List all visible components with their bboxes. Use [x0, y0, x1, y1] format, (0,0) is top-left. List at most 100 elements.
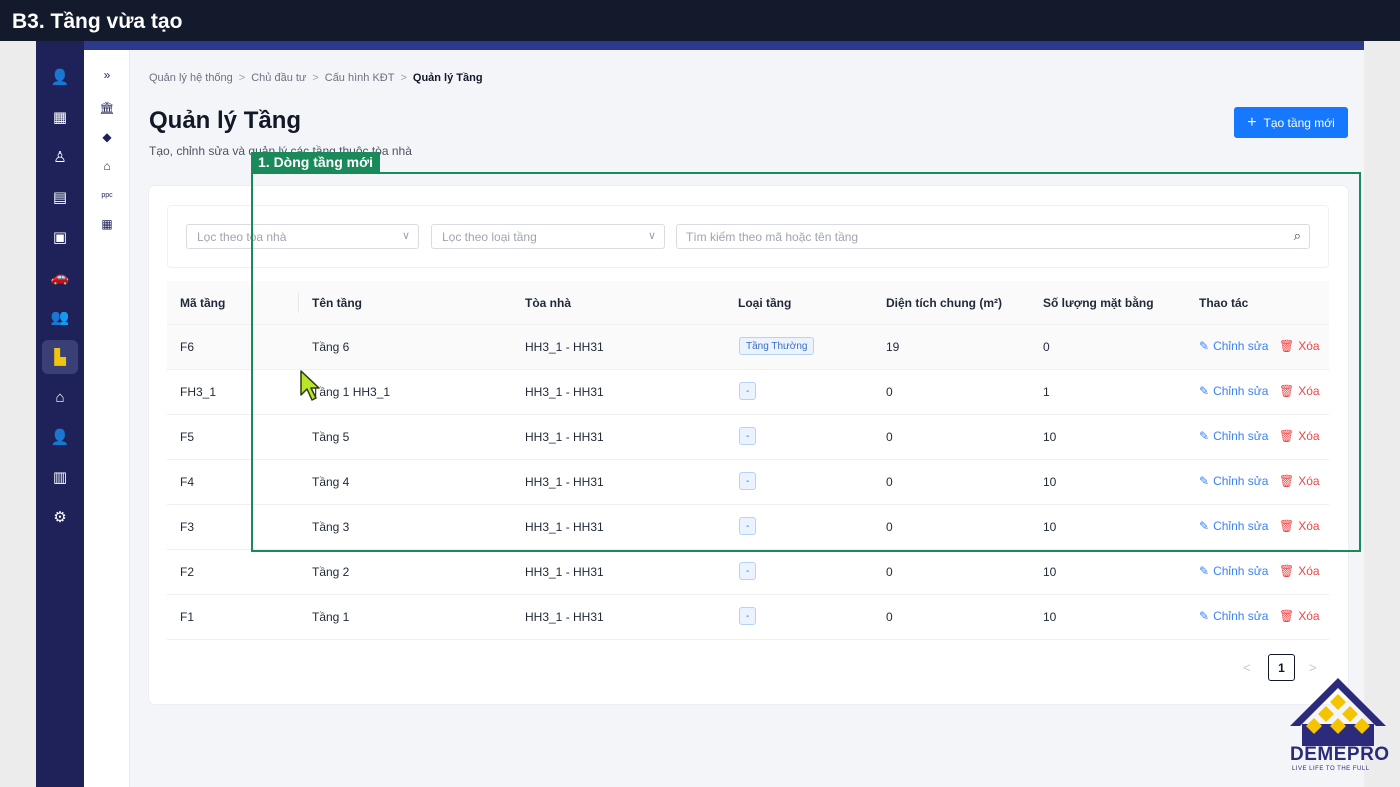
- table-row[interactable]: FH3_1 Tầng 1 HH3_1 HH3_1 - HH31 - 0 1 ✎ C…: [167, 370, 1329, 415]
- create-floor-button[interactable]: + Tạo tầng mới: [1234, 107, 1348, 138]
- rail-chart-icon[interactable]: ▥: [42, 460, 78, 494]
- delete-button[interactable]: 🗑 Xóa: [1279, 609, 1320, 623]
- cell-code: FH3_1: [180, 385, 217, 399]
- building-filter-select[interactable]: Lọc theo tòa nhà ∨: [186, 224, 419, 249]
- cell-name: Tầng 3: [312, 520, 350, 534]
- subnav-building-small-icon[interactable]: ▦: [94, 213, 120, 235]
- breadcrumb-current: Quản lý Tầng: [412, 72, 483, 84]
- delete-button[interactable]: 🗑 Xóa: [1279, 429, 1320, 443]
- edit-label: Chỉnh sửa: [1213, 609, 1269, 623]
- cell-name: Tầng 2: [312, 565, 350, 579]
- type-filter-select[interactable]: Lọc theo loại tầng ∨: [431, 224, 665, 249]
- rail-calculator-icon[interactable]: ▤: [42, 180, 78, 214]
- floor-type-badge: -: [739, 382, 757, 400]
- plus-icon: +: [1247, 113, 1257, 131]
- cell-area: 0: [886, 430, 893, 444]
- rail-briefcase-icon[interactable]: ▣: [42, 220, 78, 254]
- cell-count: 10: [1043, 565, 1057, 579]
- edit-button[interactable]: ✎ Chỉnh sửa: [1199, 339, 1268, 353]
- cell-building: HH3_1 - HH31: [525, 520, 604, 534]
- edit-button[interactable]: ✎ Chỉnh sửa: [1199, 474, 1268, 488]
- cell-area: 0: [886, 520, 893, 534]
- primary-sidebar: 👤 ▦ ♙ ▤ ▣ 🚗 👥 ▙ ⌂ 👤 ▥ ⚙: [36, 41, 84, 787]
- cell-count: 10: [1043, 475, 1057, 489]
- subnav-tag-icon[interactable]: ◆: [94, 126, 120, 148]
- subnav-shop-icon[interactable]: ⌂: [94, 155, 120, 177]
- table-row[interactable]: F3 Tầng 3 HH3_1 - HH31 - 0 10 ✎ Chỉnh sửa…: [167, 505, 1329, 550]
- delete-button[interactable]: 🗑 Xóa: [1279, 474, 1320, 488]
- edit-label: Chỉnh sửa: [1213, 564, 1269, 578]
- delete-button[interactable]: 🗑 Xóa: [1279, 564, 1320, 578]
- cell-building: HH3_1 - HH31: [525, 610, 604, 624]
- search-input[interactable]: Tìm kiếm theo mã hoặc tên tầng ⌕: [676, 224, 1310, 249]
- subnav-bank-icon[interactable]: 🏛: [94, 97, 120, 119]
- cell-code: F2: [180, 565, 195, 579]
- breadcrumb-item-investor[interactable]: Chủ đầu tư: [251, 72, 306, 84]
- breadcrumb-item-config[interactable]: Cấu hình KĐT: [325, 72, 395, 84]
- floor-type-badge: -: [739, 472, 757, 490]
- pencil-icon: ✎: [1199, 474, 1210, 488]
- column-header-code: Mã tầng: [180, 296, 226, 310]
- breadcrumb-separator: >: [238, 72, 246, 84]
- edit-label: Chỉnh sửa: [1213, 519, 1269, 533]
- rail-user-icon[interactable]: 👤: [42, 60, 78, 94]
- cell-name: Tầng 1 HH3_1: [312, 385, 391, 399]
- tutorial-banner: B3. Tầng vừa tạo: [0, 0, 1400, 41]
- search-placeholder: Tìm kiếm theo mã hoặc tên tầng: [686, 229, 859, 244]
- cell-area: 0: [886, 610, 893, 624]
- rail-store-icon[interactable]: ⌂: [42, 380, 78, 414]
- cell-building: HH3_1 - HH31: [525, 565, 604, 579]
- cell-name: Tầng 4: [312, 475, 350, 489]
- annotation-label: 1. Dòng tầng mới: [251, 152, 380, 172]
- table-row[interactable]: F4 Tầng 4 HH3_1 - HH31 - 0 10 ✎ Chỉnh sửa…: [167, 460, 1329, 505]
- edit-button[interactable]: ✎ Chỉnh sửa: [1199, 609, 1268, 623]
- trash-icon: 🗑: [1279, 564, 1295, 578]
- rail-car-icon[interactable]: 🚗: [42, 260, 78, 294]
- rail-floor-plan-icon[interactable]: ▙: [42, 340, 78, 374]
- trash-icon: 🗑: [1279, 339, 1295, 353]
- cell-building: HH3_1 - HH31: [525, 475, 604, 489]
- table-row[interactable]: F1 Tầng 1 HH3_1 - HH31 - 0 10 ✎ Chỉnh sửa…: [167, 595, 1329, 640]
- rail-user-tie-icon[interactable]: 👤: [42, 420, 78, 454]
- pencil-icon: ✎: [1199, 384, 1210, 398]
- expand-sidebar-icon[interactable]: »: [94, 64, 120, 86]
- trash-icon: 🗑: [1279, 429, 1295, 443]
- cell-area: 19: [886, 340, 900, 354]
- cell-area: 0: [886, 565, 893, 579]
- subnav-ppc-icon[interactable]: ppc: [94, 184, 120, 206]
- pencil-icon: ✎: [1199, 609, 1210, 623]
- edit-button[interactable]: ✎ Chỉnh sửa: [1199, 564, 1268, 578]
- delete-label: Xóa: [1298, 519, 1320, 533]
- rail-building-icon[interactable]: ▦: [42, 100, 78, 134]
- breadcrumb-separator: >: [312, 72, 319, 84]
- rail-person-tree-icon[interactable]: ♙: [42, 140, 78, 174]
- table-row[interactable]: F2 Tầng 2 HH3_1 - HH31 - 0 10 ✎ Chỉnh sửa…: [167, 550, 1329, 595]
- delete-button[interactable]: 🗑 Xóa: [1279, 384, 1320, 398]
- pencil-icon: ✎: [1199, 519, 1210, 533]
- delete-button[interactable]: 🗑 Xóa: [1279, 519, 1320, 533]
- delete-label: Xóa: [1298, 609, 1320, 623]
- breadcrumb-item-system[interactable]: Quản lý hệ thống: [149, 72, 233, 84]
- column-header-name: Tên tầng: [312, 296, 362, 310]
- floor-type-badge: -: [739, 517, 757, 535]
- pagination-next-icon[interactable]: >: [1309, 660, 1317, 675]
- edit-button[interactable]: ✎ Chỉnh sửa: [1199, 519, 1268, 533]
- delete-button[interactable]: 🗑 Xóa: [1279, 339, 1320, 353]
- delete-label: Xóa: [1298, 474, 1320, 488]
- delete-label: Xóa: [1298, 384, 1320, 398]
- edit-button[interactable]: ✎ Chỉnh sửa: [1199, 384, 1268, 398]
- floor-type-badge: -: [739, 427, 757, 445]
- table-row[interactable]: F6 Tầng 6 HH3_1 - HH31 Tầng Thường 19 0 …: [167, 325, 1329, 370]
- search-icon[interactable]: ⌕: [1294, 228, 1301, 244]
- pencil-icon: ✎: [1199, 564, 1210, 578]
- cell-count: 10: [1043, 430, 1057, 444]
- edit-button[interactable]: ✎ Chỉnh sửa: [1199, 429, 1268, 443]
- chevron-down-icon: ∨: [647, 230, 656, 242]
- table-row[interactable]: F5 Tầng 5 HH3_1 - HH31 - 0 10 ✎ Chỉnh sửa…: [167, 415, 1329, 460]
- pagination-prev-icon[interactable]: <: [1243, 660, 1251, 675]
- cell-building: HH3_1 - HH31: [525, 385, 604, 399]
- rail-users-icon[interactable]: 👥: [42, 300, 78, 334]
- secondary-sidebar: » 🏛 ◆ ⌂ ppc ▦: [84, 50, 130, 787]
- rail-gear-icon[interactable]: ⚙: [42, 500, 78, 534]
- delete-label: Xóa: [1298, 429, 1320, 443]
